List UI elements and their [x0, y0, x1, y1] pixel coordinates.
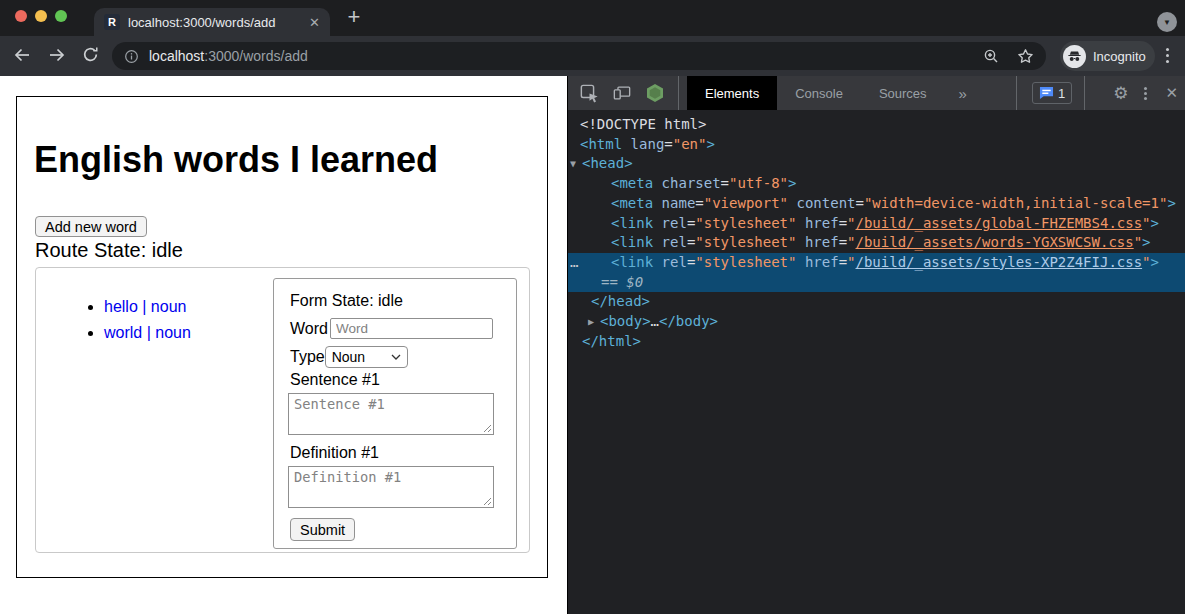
definition-label: Definition #1	[290, 444, 500, 462]
incognito-label: Incognito	[1093, 49, 1146, 64]
devtools-tabs: ElementsConsoleSources	[687, 76, 945, 110]
code-line[interactable]: ▼<head>	[568, 154, 1185, 174]
tab-close-icon[interactable]: ✕	[309, 15, 320, 30]
issues-bubble-icon	[1039, 86, 1054, 100]
page-title: English words I learned	[34, 139, 438, 181]
add-new-word-button[interactable]: Add new word	[35, 216, 147, 237]
sentence-textarea[interactable]: Sentence #1	[288, 393, 494, 435]
tab-search-button[interactable]: ▼	[1157, 12, 1177, 32]
incognito-badge[interactable]: Incognito	[1060, 41, 1155, 71]
tab-title: localhost:3000/words/add	[128, 15, 309, 30]
code-line[interactable]: </head>	[568, 292, 1185, 312]
word-list-item: world | noun	[104, 320, 191, 346]
word-list: hello | noun world | noun	[36, 294, 191, 346]
bookmark-star-icon[interactable]	[1017, 48, 1034, 65]
code-line[interactable]: <html lang="en">	[568, 135, 1185, 155]
submit-button[interactable]: Submit	[290, 518, 355, 541]
devtools-menu-icon[interactable]	[1144, 92, 1147, 95]
code-line[interactable]: <meta name="viewport" content="width=dev…	[568, 194, 1185, 214]
code-line[interactable]: <!DOCTYPE html>	[568, 115, 1185, 135]
type-label: Type	[290, 348, 325, 366]
chevron-down-icon	[391, 354, 401, 360]
back-icon[interactable]	[13, 47, 31, 67]
issues-counter[interactable]: 1	[1032, 82, 1072, 104]
zoom-window-button[interactable]	[55, 10, 67, 22]
more-tabs-icon[interactable]: »	[959, 85, 967, 102]
device-toolbar-icon[interactable]	[613, 84, 631, 102]
code-line[interactable]: <link rel="stylesheet" href="/build/_ass…	[568, 233, 1185, 253]
browser-tab[interactable]: R localhost:3000/words/add ✕	[94, 8, 330, 36]
app-container: English words I learned Add new word Rou…	[16, 96, 548, 578]
devtools-tab-sources[interactable]: Sources	[861, 76, 945, 110]
info-icon[interactable]	[124, 49, 139, 64]
close-window-button[interactable]	[15, 10, 27, 22]
titlebar: R localhost:3000/words/add ✕ + ▼	[0, 0, 1185, 36]
word-label: Word	[290, 320, 328, 338]
resize-grip-icon[interactable]	[482, 496, 492, 506]
remix-favicon-icon: R	[104, 14, 120, 30]
code-line[interactable]: == $0	[568, 273, 1185, 293]
words-panel: hello | noun world | noun Form State: idl…	[35, 267, 530, 553]
devtools-close-icon[interactable]: ✕	[1165, 84, 1178, 102]
devtools-tab-console[interactable]: Console	[777, 76, 861, 110]
type-select[interactable]: Noun	[325, 346, 408, 368]
form-state-text: Form State: idle	[290, 291, 500, 311]
code-line[interactable]: ▶<body>…</body>	[568, 312, 1185, 332]
browser-menu-icon[interactable]	[1166, 54, 1169, 57]
devtools-toolbar: ElementsConsoleSources » 1 ⚙ ✕	[568, 76, 1185, 110]
extension-hexagon-icon[interactable]	[646, 83, 664, 103]
devtools-panel: ElementsConsoleSources » 1 ⚙ ✕ <!DOCTYPE…	[567, 76, 1185, 614]
resize-grip-icon[interactable]	[482, 423, 492, 433]
url-text: localhost:3000/words/add	[149, 48, 308, 64]
new-tab-button[interactable]: +	[342, 4, 366, 30]
devtools-tab-elements[interactable]: Elements	[687, 76, 777, 110]
definition-textarea[interactable]: Definition #1	[288, 466, 494, 508]
code-line[interactable]: <meta charset="utf-8">	[568, 174, 1185, 194]
route-state-text: Route State: idle	[35, 239, 183, 262]
code-line[interactable]: </html>	[568, 332, 1185, 352]
more-actions-ellipsis-icon[interactable]: …	[570, 253, 578, 273]
sentence-label: Sentence #1	[290, 371, 500, 389]
code-line[interactable]: <link rel="stylesheet" href="/build/_ass…	[568, 214, 1185, 234]
url-bar[interactable]: localhost:3000/words/add	[112, 42, 1046, 70]
zoom-icon[interactable]	[983, 48, 999, 64]
forward-icon[interactable]	[48, 47, 66, 67]
devtools-settings-icon[interactable]: ⚙	[1113, 83, 1128, 104]
word-link[interactable]: hello | noun	[104, 298, 186, 315]
reload-icon[interactable]	[82, 46, 99, 67]
word-list-item: hello | noun	[104, 294, 191, 320]
web-page: English words I learned Add new word Rou…	[0, 76, 567, 614]
inspect-element-icon[interactable]	[580, 84, 599, 103]
code-line[interactable]: …<link rel="stylesheet" href="/build/_as…	[568, 253, 1185, 273]
incognito-icon	[1063, 45, 1086, 68]
word-link[interactable]: world | noun	[104, 324, 191, 341]
add-word-form: Form State: idle Word Type Noun Sentence…	[273, 278, 517, 549]
dom-tree: <!DOCTYPE html><html lang="en">▼<head><m…	[568, 110, 1185, 614]
word-input[interactable]	[330, 318, 493, 339]
minimize-window-button[interactable]	[35, 10, 47, 22]
